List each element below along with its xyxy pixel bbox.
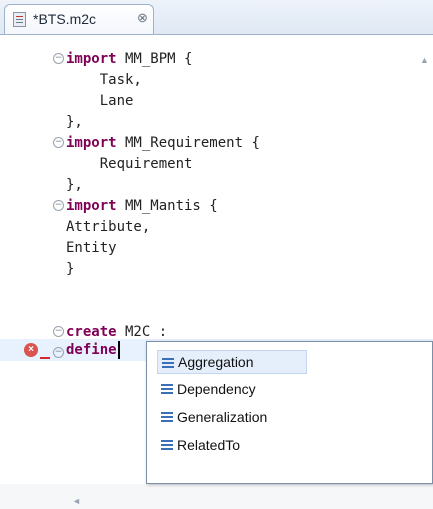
class-icon — [161, 412, 173, 422]
code-line: Entity — [66, 238, 117, 258]
editor-window: *BTS.m2c ⊗ ▲ − − − − − import MM_BPM { T… — [0, 0, 433, 506]
tab-bts-m2c[interactable]: *BTS.m2c ⊗ — [4, 4, 154, 34]
autocomplete-item-label: Aggregation — [178, 354, 254, 370]
fold-toggle-icon[interactable]: − — [53, 326, 64, 337]
fold-toggle-icon[interactable]: − — [53, 53, 64, 64]
code-line: }, — [66, 175, 83, 195]
class-icon — [161, 440, 173, 450]
code-line: Attribute, — [66, 217, 150, 237]
code-text: Attribute, — [66, 219, 151, 235]
code-text: MM_BPM { — [116, 51, 193, 67]
fold-toggle-icon[interactable]: − — [53, 137, 64, 148]
close-icon[interactable]: ⊗ — [137, 10, 148, 26]
code-line: Requirement — [66, 154, 193, 174]
code-text: Task, — [66, 72, 142, 88]
autocomplete-item-label: Generalization — [177, 409, 268, 425]
code-line: Lane — [66, 91, 134, 111]
code-line: import MM_Mantis { — [66, 196, 218, 216]
code-line: create M2C : — [66, 322, 167, 342]
code-line: import MM_BPM { — [66, 49, 192, 69]
scroll-up-arrow-icon[interactable]: ▲ — [420, 55, 429, 65]
code-text: } — [66, 261, 75, 277]
code-text: MM_Requirement { — [116, 135, 260, 151]
autocomplete-item[interactable]: Generalization — [157, 405, 307, 429]
keyword: import — [66, 198, 117, 214]
keyword: define — [66, 342, 117, 358]
autocomplete-item[interactable]: Aggregation — [157, 350, 307, 374]
code-line: define — [66, 340, 117, 360]
class-icon — [161, 384, 173, 394]
code-text: MM_Mantis { — [116, 198, 218, 214]
scroll-left-arrow-icon[interactable]: ◄ — [72, 496, 81, 506]
fold-toggle-icon[interactable]: − — [53, 347, 64, 358]
text-caret — [118, 341, 120, 359]
tab-title: *BTS.m2c — [33, 11, 97, 27]
code-text: Requirement — [66, 156, 193, 172]
error-icon[interactable]: × — [24, 343, 38, 357]
code-text: }, — [66, 114, 83, 130]
autocomplete-item-label: Dependency — [177, 381, 256, 397]
keyword: create — [66, 324, 117, 340]
code-line: } — [66, 259, 74, 279]
code-text: }, — [66, 177, 83, 193]
code-text: M2C : — [116, 324, 168, 340]
keyword: import — [66, 51, 117, 67]
code-line: }, — [66, 112, 83, 132]
class-icon — [162, 358, 174, 368]
autocomplete-item[interactable]: RelatedTo — [157, 433, 307, 457]
fold-toggle-icon[interactable]: − — [53, 200, 64, 211]
tab-strip: *BTS.m2c ⊗ — [0, 0, 433, 35]
autocomplete-item[interactable]: Dependency — [157, 377, 307, 401]
code-text: Entity — [66, 240, 117, 256]
error-underline — [40, 357, 50, 359]
autocomplete-item-label: RelatedTo — [177, 437, 241, 453]
keyword: import — [66, 135, 117, 151]
autocomplete-popup[interactable]: Aggregation Dependency Generalization Re… — [146, 341, 433, 484]
code-line: import MM_Requirement { — [66, 133, 260, 153]
code-text: Lane — [66, 93, 134, 109]
horizontal-scrollbar[interactable]: ◄ — [60, 496, 160, 509]
m2c-file-icon — [13, 12, 26, 27]
code-line: Task, — [66, 70, 142, 90]
